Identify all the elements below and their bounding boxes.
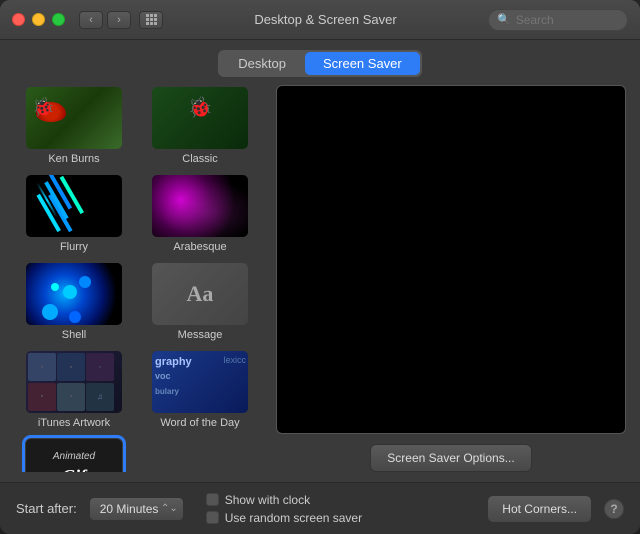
tab-group: Desktop Screen Saver xyxy=(218,50,421,77)
traffic-lights xyxy=(12,13,65,26)
ss-thumb-shell xyxy=(26,263,122,325)
help-button[interactable]: ? xyxy=(604,499,624,519)
titlebar: ‹ › Desktop & Screen Saver 🔍 xyxy=(0,0,640,40)
ss-item-ken-burns[interactable]: Ken Burns xyxy=(14,85,134,167)
ss-label-word: Word of the Day xyxy=(160,417,239,429)
tab-area: Desktop Screen Saver xyxy=(0,40,640,85)
grid-icon xyxy=(146,14,157,25)
search-box[interactable]: 🔍 xyxy=(488,9,628,31)
screen-saver-options-button[interactable]: Screen Saver Options... xyxy=(370,444,531,472)
duration-select[interactable]: 1 Minute 5 Minutes 10 Minutes 20 Minutes… xyxy=(89,497,184,521)
right-panel: Screen Saver Options... xyxy=(276,85,626,472)
search-input[interactable] xyxy=(516,13,619,27)
ss-item-itunes-artwork[interactable]: ▪ ▪ ▪ ▪ ▪ ♫ iTunes Artwork xyxy=(14,349,134,431)
show-clock-label: Show with clock xyxy=(225,493,310,507)
random-label: Use random screen saver xyxy=(225,511,362,525)
random-checkbox[interactable] xyxy=(206,511,219,524)
random-row: Use random screen saver xyxy=(206,511,476,525)
search-icon: 🔍 xyxy=(497,13,511,26)
window-title: Desktop & Screen Saver xyxy=(163,12,488,27)
minimize-button[interactable] xyxy=(32,13,45,26)
show-clock-checkbox[interactable] xyxy=(206,493,219,506)
ss-item-flurry[interactable]: Flurry xyxy=(14,173,134,255)
screensaver-grid: Ken Burns Classic Flurry Arabesque xyxy=(14,85,264,472)
ss-item-classic[interactable]: Classic xyxy=(140,85,260,167)
close-button[interactable] xyxy=(12,13,25,26)
nav-buttons: ‹ › xyxy=(79,11,131,29)
ss-thumb-itunes: ▪ ▪ ▪ ▪ ▪ ♫ xyxy=(26,351,122,413)
forward-button[interactable]: › xyxy=(107,11,131,29)
grid-view-button[interactable] xyxy=(139,11,163,29)
ss-label-classic: Classic xyxy=(182,153,217,165)
back-button[interactable]: ‹ xyxy=(79,11,103,29)
ss-thumb-message: Aa xyxy=(152,263,248,325)
window: ‹ › Desktop & Screen Saver 🔍 Desktop Scr… xyxy=(0,0,640,534)
ss-item-arabesque[interactable]: Arabesque xyxy=(140,173,260,255)
bottom-bar: Start after: 1 Minute 5 Minutes 10 Minut… xyxy=(0,482,640,534)
ss-item-shell[interactable]: Shell xyxy=(14,261,134,343)
screensaver-list: Ken Burns Classic Flurry Arabesque xyxy=(14,85,264,472)
ss-label-arabesque: Arabesque xyxy=(173,241,226,253)
tab-screensaver[interactable]: Screen Saver xyxy=(305,52,420,75)
message-preview-text: Aa xyxy=(187,281,214,307)
checkboxes: Show with clock Use random screen saver xyxy=(206,493,476,525)
ss-thumb-arabesque xyxy=(152,175,248,237)
ss-thumb-flurry xyxy=(26,175,122,237)
ss-label-shell: Shell xyxy=(62,329,86,341)
ss-item-animated-gif[interactable]: Animated Gif AnimatedGif xyxy=(14,437,134,472)
ss-label-message: Message xyxy=(178,329,223,341)
ss-item-message[interactable]: Aa Message xyxy=(140,261,260,343)
hot-corners-button[interactable]: Hot Corners... xyxy=(487,495,592,523)
tab-desktop[interactable]: Desktop xyxy=(220,52,304,75)
ss-thumb-classic xyxy=(152,87,248,149)
maximize-button[interactable] xyxy=(52,13,65,26)
ss-thumb-gif: Animated Gif xyxy=(26,439,122,472)
ss-label-flurry: Flurry xyxy=(60,241,88,253)
ss-thumb-word: graphyvocbulary lexicc xyxy=(152,351,248,413)
preview-box xyxy=(276,85,626,434)
main-content: Ken Burns Classic Flurry Arabesque xyxy=(0,85,640,482)
show-clock-row: Show with clock xyxy=(206,493,476,507)
start-after-label: Start after: xyxy=(16,501,77,516)
ss-label-ken-burns: Ken Burns xyxy=(48,153,99,165)
ss-thumb-ken-burns xyxy=(26,87,122,149)
duration-select-wrapper: 1 Minute 5 Minutes 10 Minutes 20 Minutes… xyxy=(89,497,184,521)
ss-item-word-of-day[interactable]: graphyvocbulary lexicc Word of the Day xyxy=(140,349,260,431)
ss-label-itunes: iTunes Artwork xyxy=(38,417,110,429)
